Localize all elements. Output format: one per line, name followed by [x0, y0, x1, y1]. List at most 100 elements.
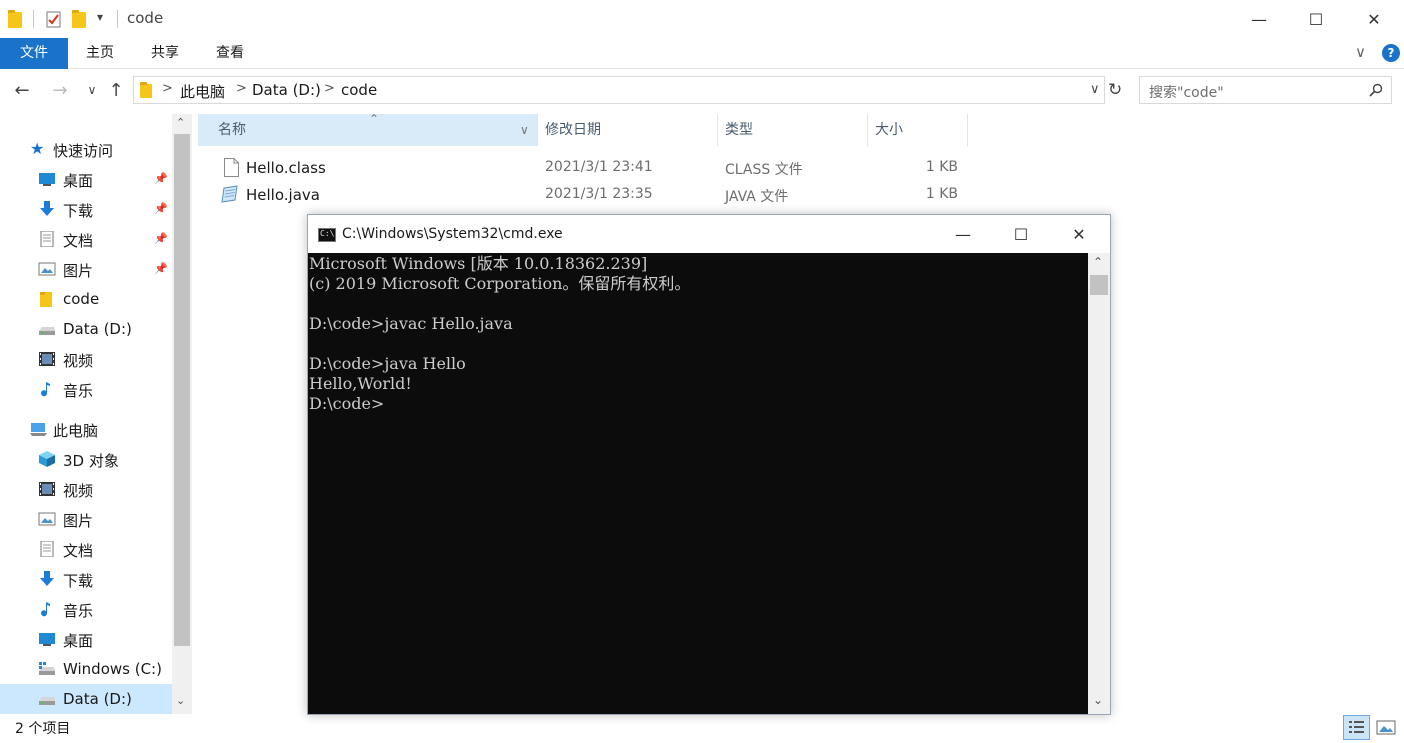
back-arrow-icon[interactable]: ← — [10, 78, 34, 102]
file-name: Hello.class — [246, 159, 326, 177]
nav-quick-data-drive[interactable]: Data (D:) — [0, 314, 172, 344]
console-output[interactable]: Microsoft Windows [版本 10.0.18362.239] (c… — [308, 253, 1088, 714]
nav-pc-windows-drive[interactable]: Windows (C:) — [0, 654, 172, 684]
download-icon — [40, 201, 54, 216]
nav-scrollbar-thumb[interactable] — [174, 134, 190, 646]
file-type: JAVA 文件 — [725, 189, 789, 205]
search-icon[interactable] — [1369, 83, 1383, 97]
nav-pc-data-drive[interactable]: Data (D:) — [0, 684, 172, 714]
document-icon — [40, 541, 54, 557]
scroll-up-icon[interactable]: ⌃ — [1093, 255, 1103, 269]
nav-this-pc[interactable]: 此电脑 — [0, 414, 172, 444]
scroll-down-icon[interactable]: ⌄ — [176, 694, 185, 707]
cmd-close-button[interactable]: ✕ — [1050, 215, 1108, 253]
tab-view[interactable]: 查看 — [202, 38, 258, 69]
video-icon — [39, 482, 55, 496]
column-dropdown-icon[interactable]: ∨ — [520, 114, 529, 146]
file-row[interactable]: Hello.java 2021/3/1 23:35 JAVA 文件 1 KB — [198, 182, 968, 209]
cmd-window[interactable]: C:\ C:\Windows\System32\cmd.exe — ☐ ✕ Mi… — [307, 214, 1111, 715]
cmd-scrollbar[interactable]: ⌃ ⌄ — [1088, 253, 1110, 714]
file-row[interactable]: Hello.class 2021/3/1 23:41 CLASS 文件 1 KB — [198, 155, 968, 182]
search-input[interactable]: 搜索"code" — [1139, 76, 1392, 104]
cmd-titlebar[interactable]: C:\ C:\Windows\System32\cmd.exe — ☐ ✕ — [308, 215, 1110, 253]
forward-arrow-icon[interactable]: → — [48, 78, 72, 102]
drive-icon — [39, 327, 55, 335]
search-placeholder: 搜索"code" — [1149, 85, 1224, 101]
column-modified[interactable]: 修改日期 — [538, 114, 718, 146]
folder-icon — [140, 82, 152, 98]
column-size[interactable]: 大小 — [868, 114, 968, 146]
drive-icon — [39, 697, 55, 705]
breadcrumb-data-drive[interactable]: Data (D:) — [252, 81, 321, 99]
scroll-down-icon[interactable]: ⌄ — [1093, 693, 1103, 707]
column-type[interactable]: 类型 — [718, 114, 868, 146]
download-icon — [40, 571, 54, 586]
desktop-icon — [39, 633, 55, 646]
nav-pc-3d-objects[interactable]: 3D 对象 — [0, 444, 172, 474]
large-icons-view-button[interactable] — [1374, 716, 1399, 739]
properties-icon[interactable] — [46, 10, 62, 28]
nav-pc-downloads[interactable]: 下载 — [0, 564, 172, 594]
nav-quick-downloads[interactable]: 下载 📌 — [0, 194, 172, 224]
maximize-button[interactable]: ☐ — [1287, 0, 1345, 38]
cmd-minimize-button[interactable]: — — [934, 215, 992, 253]
scroll-up-icon[interactable]: ⌃ — [176, 116, 185, 129]
cmd-maximize-button[interactable]: ☐ — [992, 215, 1050, 253]
qa-dropdown-icon[interactable]: ▾ — [97, 10, 103, 24]
details-view-button[interactable] — [1343, 715, 1370, 740]
nav-pc-documents[interactable]: 文档 — [0, 534, 172, 564]
nav-pc-pictures[interactable]: 图片 — [0, 504, 172, 534]
video-icon — [39, 352, 55, 366]
ribbon-tabs: 文件 主页 共享 查看 ∨ ? — [0, 38, 1404, 69]
tab-share[interactable]: 共享 — [137, 38, 193, 69]
windows-drive-icon — [39, 662, 55, 675]
expand-ribbon-icon[interactable]: ∨ — [1355, 43, 1366, 61]
document-icon — [40, 231, 54, 247]
nav-quick-access[interactable]: ★ 快速访问 — [0, 134, 172, 164]
large-icons-view-icon — [1376, 720, 1396, 735]
sort-ascending-icon: ⌃ — [369, 112, 380, 126]
divider — [33, 10, 34, 28]
new-folder-icon[interactable] — [72, 10, 88, 28]
cmd-scrollbar-thumb[interactable] — [1090, 275, 1108, 295]
file-icon — [224, 158, 239, 177]
help-icon[interactable]: ? — [1382, 44, 1400, 62]
nav-quick-documents[interactable]: 文档 📌 — [0, 224, 172, 254]
tab-home[interactable]: 主页 — [72, 38, 128, 69]
file-modified: 2021/3/1 23:35 — [545, 186, 653, 202]
column-header: 名称 ⌃ ∨ 修改日期 类型 大小 — [198, 112, 968, 146]
nav-pc-music[interactable]: 音乐 — [0, 594, 172, 624]
minimize-button[interactable]: — — [1230, 0, 1288, 38]
pin-icon[interactable]: 📌 — [154, 262, 168, 275]
refresh-icon[interactable]: ↻ — [1108, 80, 1122, 100]
music-icon — [41, 602, 50, 617]
nav-pc-videos[interactable]: 视频 — [0, 474, 172, 504]
tab-file[interactable]: 文件 — [0, 38, 68, 69]
address-bar[interactable]: > 此电脑 > Data (D:) > code ∨ — [133, 76, 1105, 104]
chevron-right-icon[interactable]: > — [162, 81, 173, 96]
cmd-title-text: C:\Windows\System32\cmd.exe — [342, 226, 563, 242]
recent-locations-icon[interactable]: ∨ — [80, 78, 104, 102]
pin-icon[interactable]: 📌 — [154, 172, 168, 185]
file-type: CLASS 文件 — [725, 162, 803, 178]
address-dropdown-icon[interactable]: ∨ — [1090, 82, 1100, 97]
star-icon: ★ — [30, 139, 45, 158]
nav-quick-pictures[interactable]: 图片 📌 — [0, 254, 172, 284]
pin-icon[interactable]: 📌 — [154, 232, 168, 245]
folder-icon — [8, 10, 24, 28]
up-arrow-icon[interactable]: ↑ — [104, 78, 128, 102]
close-button[interactable]: ✕ — [1345, 0, 1403, 38]
nav-quick-code[interactable]: code — [0, 284, 172, 314]
breadcrumb-this-pc[interactable]: 此电脑 — [180, 81, 225, 102]
nav-pc-desktop[interactable]: 桌面 — [0, 624, 172, 654]
nav-quick-desktop[interactable]: 桌面 📌 — [0, 164, 172, 194]
explorer-titlebar: ▾ code — ☐ ✕ — [0, 0, 1404, 38]
column-name[interactable]: 名称 ⌃ ∨ — [198, 112, 538, 146]
nav-quick-music[interactable]: 音乐 — [0, 374, 172, 404]
nav-quick-videos[interactable]: 视频 — [0, 344, 172, 374]
pin-icon[interactable]: 📌 — [154, 202, 168, 215]
chevron-right-icon[interactable]: > — [324, 81, 335, 96]
breadcrumb-code[interactable]: code — [341, 81, 377, 99]
java-file-icon — [221, 185, 238, 203]
chevron-right-icon[interactable]: > — [236, 81, 247, 96]
